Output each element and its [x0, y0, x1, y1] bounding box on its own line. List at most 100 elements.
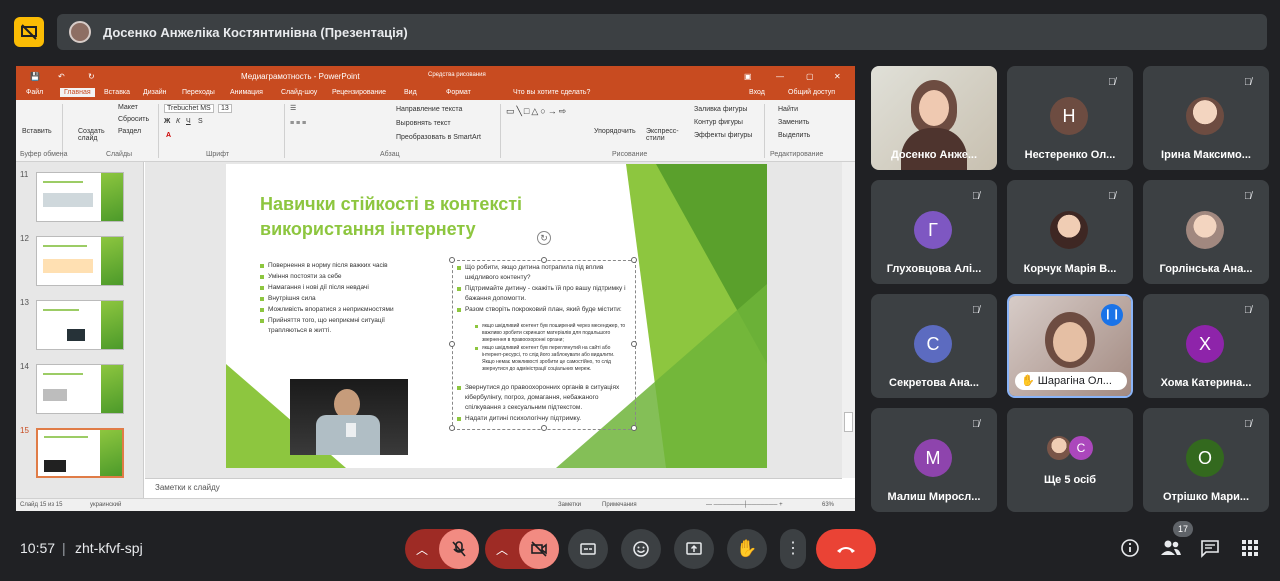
- participant-tile[interactable]: 🎙̸ С Секретова Ана...: [871, 294, 997, 398]
- participant-tile[interactable]: 🎙̸ О Отрішко Мари...: [1143, 408, 1269, 512]
- more-options-button[interactable]: ⋮: [780, 529, 806, 569]
- resize-handle[interactable]: [449, 425, 455, 431]
- arrange-button[interactable]: Упорядочить: [594, 128, 636, 135]
- meeting-code[interactable]: zht-kfvf-spj: [75, 540, 143, 556]
- text-direction-button[interactable]: Направление текста: [396, 106, 462, 113]
- zoom-slider[interactable]: — ───────┼─────── +: [706, 502, 783, 508]
- tab-review[interactable]: Рецензирование: [332, 89, 386, 96]
- participant-tile[interactable]: 🎙̸ Х Хома Катерина...: [1143, 294, 1269, 398]
- camera-options-chevron-icon[interactable]: ︿: [485, 541, 519, 558]
- align-icon[interactable]: ≡ ≡ ≡: [290, 120, 306, 127]
- participant-tile[interactable]: 🎙̸ Горлінська Ана...: [1143, 180, 1269, 284]
- tab-design[interactable]: Дизайн: [143, 89, 167, 96]
- vertical-scrollbar[interactable]: [842, 162, 855, 478]
- shape-effects-button[interactable]: Эффекты фигуры: [694, 132, 752, 139]
- mic-options-chevron-icon[interactable]: ︿: [405, 541, 439, 558]
- redo-icon[interactable]: ↻: [88, 72, 95, 81]
- participant-tile-speaking[interactable]: ❙❙ ✋ Шарагіна Ол...: [1007, 294, 1133, 398]
- font-color-icon[interactable]: A: [166, 132, 171, 139]
- selected-textbox[interactable]: Що робити, якщо дитина потрапила під впл…: [449, 231, 637, 431]
- current-slide[interactable]: Навички стійкості в контексті використан…: [226, 164, 767, 468]
- resize-handle[interactable]: [631, 341, 637, 347]
- select-button[interactable]: Выделить: [778, 132, 810, 139]
- notes-pane[interactable]: Заметки к слайду: [145, 478, 842, 498]
- tab-transitions[interactable]: Переходы: [182, 89, 215, 96]
- reset-button[interactable]: Сбросить: [118, 116, 149, 123]
- tab-file[interactable]: Файл: [26, 89, 43, 96]
- align-text-button[interactable]: Выровнять текст: [396, 120, 451, 127]
- tell-me-input[interactable]: Что вы хотите сделать?: [513, 89, 590, 96]
- participant-tile[interactable]: Досенко Анже...: [871, 66, 997, 170]
- smartart-button[interactable]: Преобразовать в SmartArt: [396, 134, 481, 141]
- activities-button[interactable]: [1240, 538, 1262, 560]
- slide-thumb-15[interactable]: [36, 428, 124, 478]
- save-icon[interactable]: 💾: [30, 72, 40, 81]
- tab-view[interactable]: Вид: [404, 89, 417, 96]
- thumb-number: 13: [20, 298, 29, 307]
- font-size-select[interactable]: 13: [218, 104, 232, 113]
- slide-thumb-12[interactable]: [36, 236, 124, 286]
- reactions-button[interactable]: [621, 529, 661, 569]
- tab-animation[interactable]: Анимация: [230, 89, 263, 96]
- slide-thumb-11[interactable]: [36, 172, 124, 222]
- underline-icon[interactable]: Ч: [186, 118, 191, 125]
- maximize-icon[interactable]: ▢: [806, 72, 814, 81]
- end-call-button[interactable]: [816, 529, 876, 569]
- comments-toggle[interactable]: Примечания: [602, 502, 637, 508]
- replace-button[interactable]: Заменить: [778, 119, 809, 126]
- participant-tile[interactable]: 🎙̸ Корчук Марія В...: [1007, 180, 1133, 284]
- layout-button[interactable]: Макет: [118, 104, 138, 111]
- font-name-select[interactable]: Trebuchet MS: [164, 104, 214, 113]
- find-button[interactable]: Найти: [778, 106, 798, 113]
- captions-button[interactable]: [568, 529, 608, 569]
- resize-handle[interactable]: [631, 257, 637, 263]
- slide-thumb-14[interactable]: [36, 364, 124, 414]
- shape-outline-button[interactable]: Контур фигуры: [694, 119, 743, 126]
- close-icon[interactable]: ✕: [834, 72, 841, 81]
- shapes-gallery[interactable]: ▭╲□△○→⇨: [506, 106, 568, 117]
- people-icon: [1161, 540, 1181, 555]
- tab-format[interactable]: Формат: [446, 89, 471, 96]
- participant-tile[interactable]: 🎙̸ Ірина Максимо...: [1143, 66, 1269, 170]
- bullets-icon[interactable]: ☰: [290, 104, 296, 112]
- shape-fill-button[interactable]: Заливка фигуры: [694, 106, 747, 113]
- present-button[interactable]: [674, 529, 714, 569]
- left-bullets[interactable]: Повернення в норму після важких часів Ум…: [260, 261, 425, 337]
- bold-icon[interactable]: Ж: [164, 118, 170, 125]
- create-slide-button[interactable]: Создать слайд: [78, 128, 108, 142]
- ribbon-options-icon[interactable]: ▣: [744, 72, 752, 81]
- participant-tile[interactable]: 🎙̸ Н Нестеренко Ол...: [1007, 66, 1133, 170]
- minimize-icon[interactable]: —: [776, 72, 784, 81]
- presentation-icon[interactable]: [14, 17, 44, 47]
- resize-handle[interactable]: [631, 425, 637, 431]
- undo-icon[interactable]: ↶: [58, 72, 65, 81]
- shadow-icon[interactable]: S: [198, 118, 203, 125]
- participant-tile[interactable]: 🎙̸ М Малиш Миросл...: [871, 408, 997, 512]
- tab-insert[interactable]: Вставка: [104, 89, 130, 96]
- italic-icon[interactable]: К: [176, 118, 180, 125]
- more-participants-tile[interactable]: С Ще 5 осіб: [1007, 408, 1133, 512]
- slide-title[interactable]: Навички стійкості в контексті використан…: [260, 192, 580, 242]
- resize-handle[interactable]: [541, 257, 547, 263]
- signin-link[interactable]: Вход: [749, 89, 765, 96]
- mic-off-button[interactable]: [439, 529, 479, 569]
- paste-button[interactable]: Вставить: [22, 128, 52, 135]
- tab-slideshow[interactable]: Слайд-шоу: [281, 89, 317, 96]
- tab-home[interactable]: Главная: [60, 88, 95, 97]
- meeting-info-button[interactable]: [1120, 538, 1142, 560]
- resize-handle[interactable]: [449, 257, 455, 263]
- resize-handle[interactable]: [541, 425, 547, 431]
- participant-tile[interactable]: 🎙̸ Г Глуховцова Алі...: [871, 180, 997, 284]
- rotate-handle-icon[interactable]: ↻: [537, 231, 551, 245]
- raise-hand-button[interactable]: ✋: [727, 529, 767, 569]
- chat-button[interactable]: [1200, 538, 1222, 560]
- camera-off-button[interactable]: [519, 529, 559, 569]
- resize-handle[interactable]: [449, 341, 455, 347]
- slide-photo[interactable]: [290, 379, 408, 455]
- slide-thumb-13[interactable]: [36, 300, 124, 350]
- share-button[interactable]: Общий доступ: [788, 89, 835, 96]
- section-button[interactable]: Раздел: [118, 128, 141, 135]
- notes-toggle[interactable]: Заметки: [558, 502, 581, 508]
- quick-styles-button[interactable]: Экспресс-стили: [646, 128, 679, 142]
- people-button[interactable]: [1160, 538, 1182, 560]
